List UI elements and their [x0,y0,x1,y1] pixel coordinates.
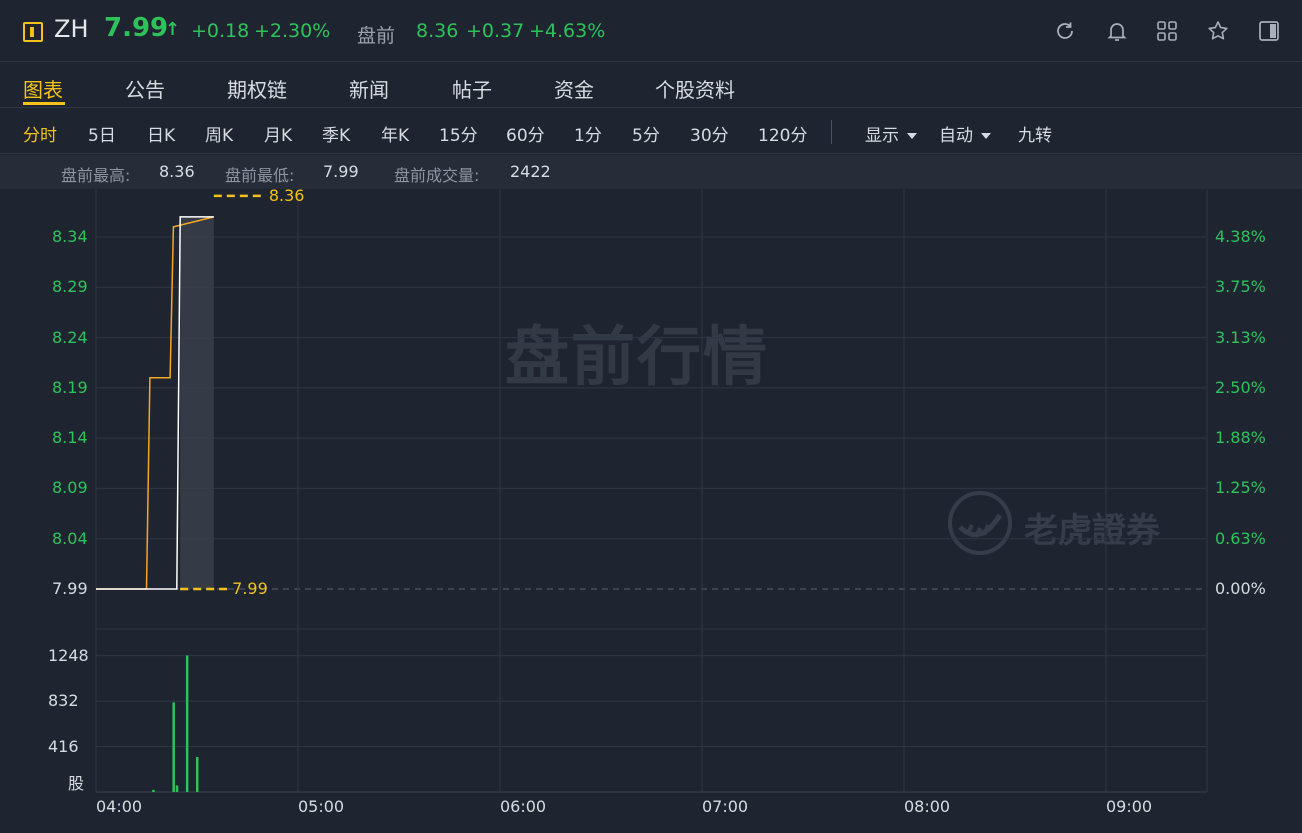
y-right-tick-label: 3.13% [1215,327,1266,347]
volume-tick-label: 832 [48,691,79,711]
stock-detail-window: ZH 7.99 ↑ +0.18 +2.30% 盘前 8.36 +0.37 +4.… [0,0,1302,833]
x-tick-label: 04:00 [96,797,143,816]
premarket-volume-label: 盘前成交量: [394,166,480,185]
panel-toggle-icon[interactable] [1257,19,1281,43]
high-marker-label: 8.36 [268,185,305,205]
premarket-low-value: 7.99 [323,162,359,181]
period-monthly[interactable]: 月K [264,121,292,146]
active-tab-indicator [23,102,65,105]
tab-announcements[interactable]: 公告 [125,74,165,103]
tab-chart[interactable]: 图表 [23,74,63,103]
tab-posts[interactable]: 帖子 [452,74,492,103]
period-quarterly[interactable]: 季K [322,121,350,146]
ticker-symbol: ZH [54,15,89,43]
tab-news[interactable]: 新闻 [349,74,389,103]
premarket-price: 8.36 [416,20,459,42]
premarket-stats-bar: 盘前最高: 8.36 盘前最低: 7.99 盘前成交量: 2422 [0,155,1302,189]
period-1min[interactable]: 1分 [574,121,602,146]
caret-down-icon [907,133,917,139]
premarket-low-label: 盘前最低: [225,166,295,185]
premarket-high-value: 8.36 [159,162,195,181]
y-right-tick-label: 2.50% [1215,377,1266,397]
auto-dropdown-label: 自动 [939,126,973,146]
volume-bar [172,702,175,792]
volume-unit-label: 股 [68,774,85,793]
premarket-high-label: 盘前最高: [61,166,131,185]
intraday-chart[interactable]: 盘前行情 老虎證券 8.34 4.38% 8.29 3.75% 8.24 3.13% 8.1… [0,185,1302,833]
star-icon[interactable] [1206,19,1230,43]
y-right-tick-label: 1.25% [1215,478,1266,498]
period-toolbar: 分时 5日 日K 周K 月K 季K 年K 15分 60分 1分 5分 30分 1… [0,108,1302,154]
quote-header: ZH 7.99 ↑ +0.18 +2.30% 盘前 8.36 +0.37 +4.… [0,0,1302,62]
period-5min[interactable]: 5分 [632,121,660,146]
nine-turn-button[interactable]: 九转 [1018,121,1052,146]
period-yearly[interactable]: 年K [381,121,409,146]
chart-canvas [95,189,1208,793]
display-dropdown[interactable]: 显示 [865,121,917,146]
premarket-label: 盘前 [357,25,396,47]
price-change: +0.18 [191,20,250,42]
tab-capital-flow[interactable]: 资金 [554,74,594,103]
premarket-change: +0.37 [466,20,525,42]
period-15min[interactable]: 15分 [439,121,478,146]
y-tick-label: 8.14 [52,428,88,448]
y-right-tick-label: 1.88% [1215,428,1266,448]
volume-bar [196,757,199,792]
low-marker-label: 7.99 [232,579,268,598]
period-weekly[interactable]: 周K [205,121,233,146]
y-right-tick-label: 4.38% [1215,227,1266,246]
x-tick-label: 09:00 [1106,797,1153,816]
y-right-tick-label: 3.75% [1215,277,1266,297]
tab-options-chain[interactable]: 期权链 [227,74,287,103]
tab-company-profile[interactable]: 个股资料 [655,74,735,103]
y-tick-label: 8.34 [52,227,88,246]
period-5day[interactable]: 5日 [88,121,116,146]
auto-dropdown[interactable]: 自动 [939,121,991,146]
period-30min[interactable]: 30分 [690,121,729,146]
y-right-tick-label: 0.63% [1215,528,1266,548]
refresh-icon[interactable] [1053,19,1077,43]
y-right-tick-label: 0.00% [1215,579,1266,598]
display-dropdown-label: 显示 [865,126,899,146]
x-tick-label: 05:00 [298,797,345,816]
volume-bar [175,785,179,792]
y-tick-label: 7.99 [52,579,88,598]
stock-marker-icon [23,22,43,42]
period-120min[interactable]: 120分 [758,121,807,146]
premarket-volume-value: 2422 [510,162,551,181]
toolbar-divider [831,120,832,144]
x-tick-label: 06:00 [500,797,547,816]
up-arrow-icon: ↑ [165,19,181,40]
period-daily[interactable]: 日K [147,121,175,146]
y-tick-label: 8.04 [52,528,88,548]
period-intraday[interactable]: 分时 [23,121,57,146]
volume-bar [185,655,189,792]
x-tick-label: 07:00 [702,797,749,816]
x-tick-label: 08:00 [904,797,951,816]
y-tick-label: 8.09 [52,478,88,498]
volume-tick-label: 416 [48,736,79,756]
detail-tabs: 图表 公告 期权链 新闻 帖子 资金 个股资料 [0,62,1302,108]
y-tick-label: 8.24 [52,327,88,347]
caret-down-icon [981,133,991,139]
bell-icon[interactable] [1105,19,1129,43]
premarket-change-percent: +4.63% [529,20,606,42]
period-60min[interactable]: 60分 [506,121,545,146]
y-tick-label: 8.29 [52,277,88,297]
last-price: 7.99 [104,13,169,43]
volume-bar [152,789,155,792]
price-area-fill [180,216,214,589]
grid-icon[interactable] [1155,19,1179,43]
volume-tick-label: 1248 [48,645,89,665]
price-change-percent: +2.30% [254,20,331,42]
y-tick-label: 8.19 [52,377,88,397]
